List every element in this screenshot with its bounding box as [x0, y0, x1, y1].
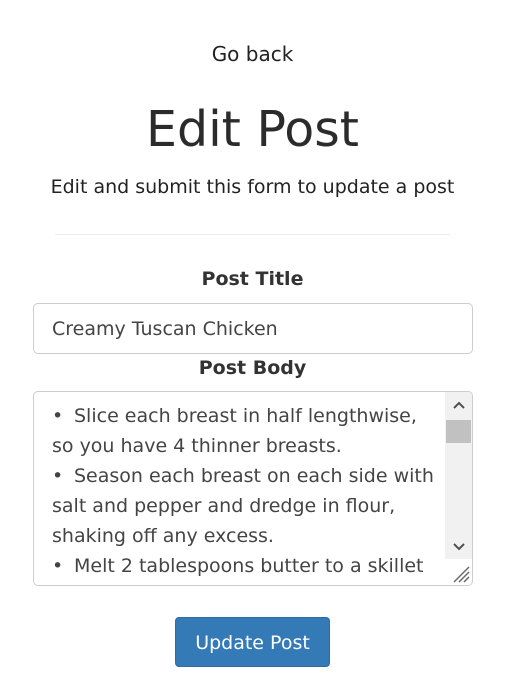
page-title: Edit Post	[146, 101, 359, 158]
textarea-scrollbar[interactable]	[445, 392, 472, 560]
chevron-up-icon[interactable]	[445, 392, 472, 418]
post-title-label: Post Title	[201, 268, 304, 290]
chevron-down-icon[interactable]	[445, 534, 472, 560]
page-subtitle: Edit and submit this form to update a po…	[50, 176, 455, 198]
post-body-content[interactable]: • Slice each breast in half lengthwise, s…	[52, 401, 444, 581]
resize-grip-icon[interactable]	[445, 559, 472, 585]
scrollbar-thumb[interactable]	[446, 420, 471, 443]
body-paragraph-text: Melt 2 tablespoons butter to a skillet	[74, 555, 424, 577]
edit-post-page: Go back Edit Post Edit and submit this f…	[0, 0, 517, 677]
post-body-textarea[interactable]: • Slice each breast in half lengthwise, s…	[33, 391, 473, 586]
body-paragraph: • Slice each breast in half lengthwise, s…	[52, 401, 444, 461]
update-post-button[interactable]: Update Post	[175, 617, 330, 667]
bullet-icon: •	[52, 465, 64, 487]
post-body-label: Post Body	[198, 357, 307, 379]
body-paragraph: • Melt 2 tablespoons butter to a skillet	[52, 551, 444, 581]
post-title-input[interactable]	[33, 303, 473, 354]
go-back-link[interactable]: Go back	[0, 42, 505, 66]
body-paragraph-text: Season each breast on each side with sal…	[52, 465, 434, 547]
body-paragraph-text: Slice each breast in half lengthwise, so…	[52, 405, 417, 457]
divider	[55, 234, 451, 235]
bullet-icon: •	[52, 555, 64, 577]
body-paragraph: • Season each breast on each side with sa…	[52, 461, 444, 551]
bullet-icon: •	[52, 405, 64, 427]
